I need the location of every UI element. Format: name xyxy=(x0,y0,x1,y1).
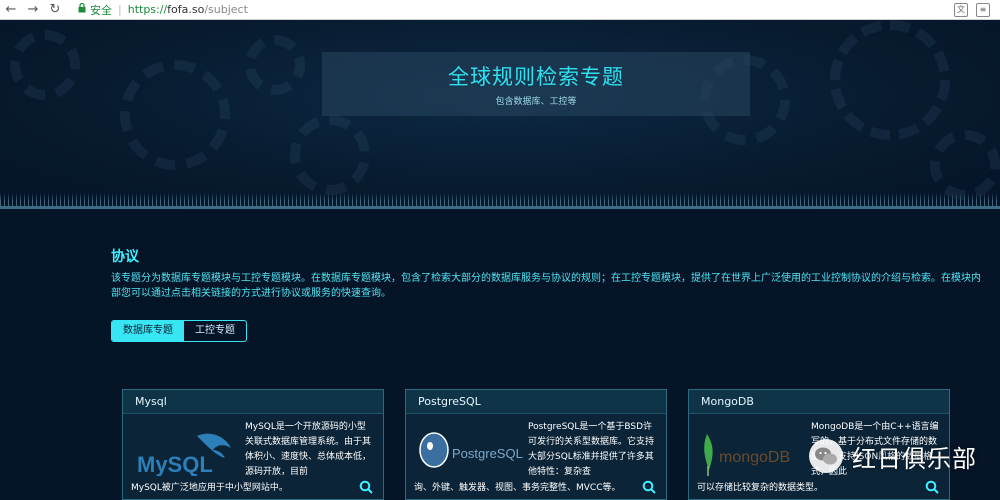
url-scheme: https:// xyxy=(127,3,168,16)
back-arrow-icon: ← xyxy=(5,2,17,17)
search-icon[interactable] xyxy=(359,480,373,494)
postgresql-logo-text: PostgreSQL xyxy=(452,446,523,461)
gear-icon xyxy=(10,30,80,100)
gear-icon xyxy=(930,130,1000,200)
card-description-foot: 可以存储比较复杂的数据类型。 xyxy=(697,483,824,493)
card-description-foot: MySQL被广泛地应用于中小型网站中。 xyxy=(131,483,288,493)
card-title[interactable]: PostgreSQL xyxy=(406,390,666,414)
gear-icon xyxy=(290,115,370,195)
postgresql-logo: PostgreSQL xyxy=(419,432,523,468)
section-title: 协议 xyxy=(111,249,139,265)
reload-button[interactable]: ↻ xyxy=(44,0,66,20)
card-description-foot: 询、外键、触发器、视图、事务完整性、MVCC等。 xyxy=(414,483,621,493)
search-icon[interactable] xyxy=(642,480,656,494)
card-mysql[interactable]: Mysql MySQL MySQL是一个开放源码的小型关联式数据库管理系统。由于… xyxy=(122,389,384,500)
url-path: /subject xyxy=(204,3,248,16)
watermark: 红日俱乐部 xyxy=(808,438,977,474)
search-icon[interactable] xyxy=(925,480,939,494)
gear-icon xyxy=(830,20,950,140)
watermark-text: 红日俱乐部 xyxy=(852,444,977,473)
address-bar[interactable]: 安全 | https://fofa.so/subject xyxy=(78,0,248,20)
card-title[interactable]: Mysql xyxy=(123,390,383,414)
card-postgresql[interactable]: PostgreSQL PostgreSQL PostgreSQL是一个基于BSD… xyxy=(405,389,667,500)
topic-tabs: 数据库专题 工控专题 xyxy=(111,320,247,342)
card-description: PostgreSQL是一个基于BSD许可发行的关系型数据库。它支持大部分SQL标… xyxy=(528,422,655,477)
mongodb-logo-text: mongoDB xyxy=(719,449,790,466)
back-button[interactable]: ← xyxy=(0,0,22,20)
gear-icon xyxy=(245,35,305,95)
mysql-logo: MySQL xyxy=(137,433,231,476)
page-subtitle: 包含数据库、工控等 xyxy=(495,97,577,107)
browser-toolbar: ← → ↻ 安全 | https://fofa.so/subject 文 ≡ xyxy=(0,0,1000,20)
url-host: fofa.so xyxy=(167,3,205,16)
translate-icon[interactable]: 文 xyxy=(954,2,968,17)
mysql-logo-text: MySQL xyxy=(137,452,213,476)
tab-database[interactable]: 数据库专题 xyxy=(112,321,184,341)
ruler-baseline xyxy=(0,206,1000,209)
secure-label: 安全 xyxy=(90,3,112,17)
gear-icon xyxy=(120,60,230,170)
mongodb-logo: mongoDB xyxy=(704,434,790,476)
hero-title-box: 全球规则检索专题 包含数据库、工控等 xyxy=(322,52,750,116)
hero-banner: 全球规则检索专题 包含数据库、工控等 xyxy=(0,20,1000,210)
address-separator: | xyxy=(118,3,122,16)
wechat-icon xyxy=(809,439,843,473)
reload-icon: ↻ xyxy=(49,2,61,17)
section-description: 该专题分为数据库专题模块与工控专题模块。在数据库专题模块，包含了检索大部分的数据… xyxy=(111,273,981,299)
lock-icon xyxy=(78,2,86,16)
forward-button[interactable]: → xyxy=(22,0,44,20)
menu-icon[interactable]: ≡ xyxy=(976,2,990,17)
page-title: 全球规则检索专题 xyxy=(448,65,624,89)
tab-industrial-control[interactable]: 工控专题 xyxy=(184,321,246,341)
card-description: MySQL是一个开放源码的小型关联式数据库管理系统。由于其体积小、速度快、总体成… xyxy=(245,422,372,477)
forward-arrow-icon: → xyxy=(27,2,39,17)
card-title[interactable]: MongoDB xyxy=(689,390,949,414)
url-text: https://fofa.so/subject xyxy=(128,3,248,16)
